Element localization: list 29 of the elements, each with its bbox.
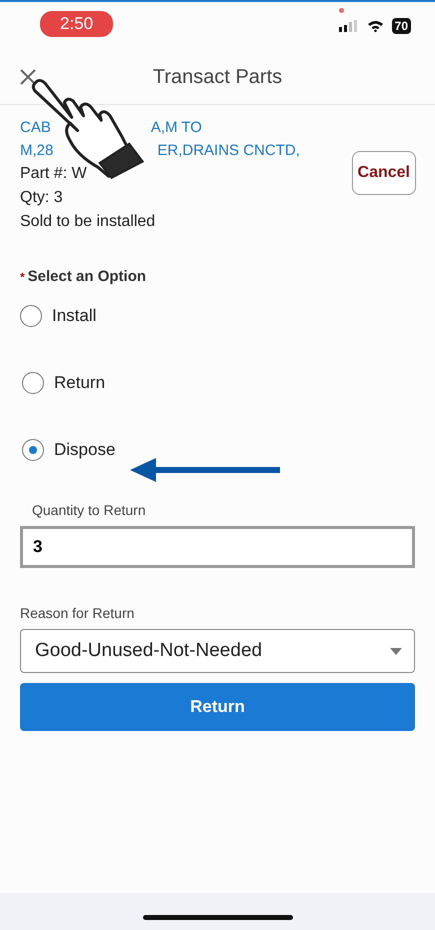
part-number: Part #: W — [20, 165, 88, 183]
wifi-icon — [366, 20, 384, 32]
quantity-field[interactable]: 3 — [20, 526, 415, 568]
part-status: Sold to be installed — [20, 213, 156, 231]
option-text: Install — [52, 306, 96, 326]
part-description: CAB — [20, 119, 51, 136]
required-mark: * — [20, 270, 25, 284]
dropdown-caret-icon — [390, 648, 402, 654]
quantity-text: Qty: 3 — [20, 189, 64, 207]
recording-dot-icon — [338, 8, 344, 13]
status-time: 2:50 — [40, 11, 114, 37]
option-text: Return — [54, 373, 106, 393]
return-button[interactable]: Return — [20, 683, 415, 731]
radio-button[interactable] — [20, 305, 42, 327]
close-icon[interactable] — [20, 69, 36, 85]
radio-button[interactable] — [22, 372, 44, 394]
page-title: Transact Parts — [152, 66, 282, 88]
radio-button[interactable] — [22, 439, 44, 461]
cancel-button[interactable]: Cancel — [352, 151, 416, 195]
option-label: Select an Option — [28, 268, 146, 285]
field-label: Reason for Return — [20, 605, 136, 621]
option-text: Dispose — [54, 440, 116, 460]
field-label: Quantity to Return — [32, 502, 147, 518]
part-description: A,M TO — [150, 119, 202, 136]
battery-level: 70 — [392, 18, 411, 34]
reason-dropdown[interactable]: Good-Unused-Not-Needed — [20, 629, 415, 673]
signal-icon — [338, 20, 359, 32]
part-description: ER,DRAINS CNCTD, — [157, 142, 300, 159]
part-description: M,28 — [20, 142, 54, 159]
